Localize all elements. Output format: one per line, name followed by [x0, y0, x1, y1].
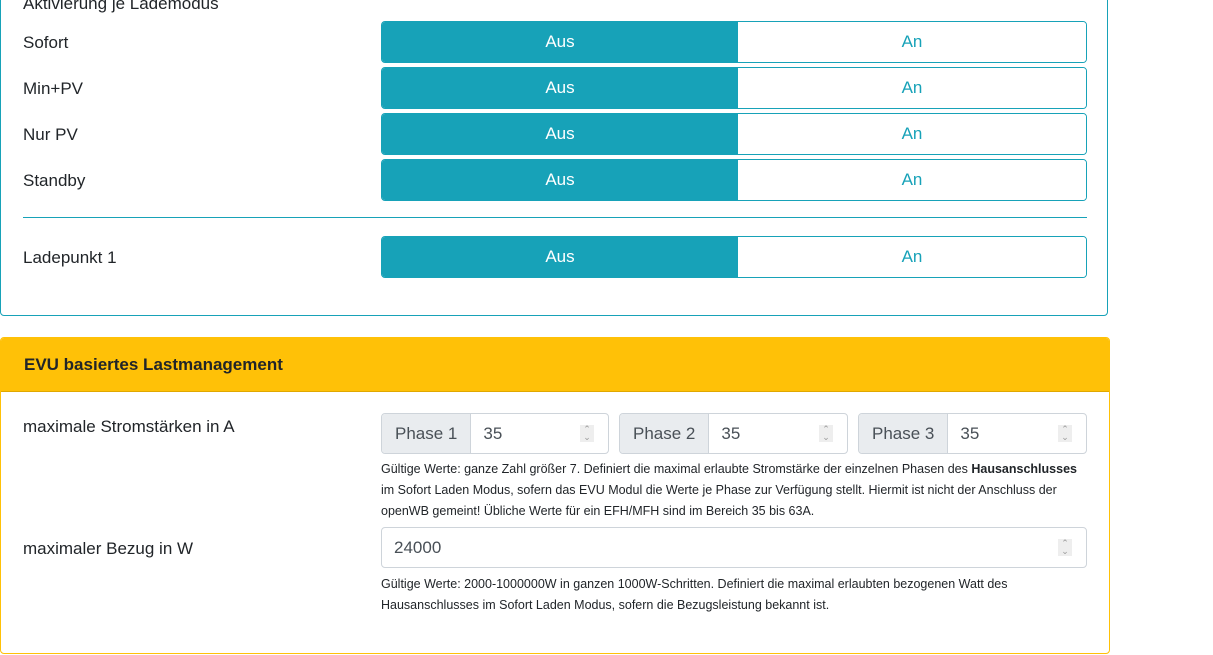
phase-2-value: 35 [721, 423, 741, 443]
phase-3-input[interactable]: 35 ⌃ ⌄ [948, 414, 1086, 453]
spinner-icon[interactable]: ⌃ ⌄ [1058, 425, 1072, 442]
phase-3-value: 35 [960, 423, 980, 443]
help-part: Gültige Werte: ganze Zahl größer 7. Defi… [381, 462, 968, 476]
bezug-input[interactable]: 24000 ⌃ ⌄ [381, 527, 1087, 568]
phase-3-addon: Phase 3 [859, 414, 949, 453]
bezug-label: maximaler Bezug in W [23, 539, 194, 558]
spinner-icon[interactable]: ⌃ ⌄ [1058, 539, 1072, 556]
help-part: im Sofort Laden Modus, sofern das EVU Mo… [381, 483, 1057, 518]
mode-label-nurpv: Nur PV [23, 125, 78, 144]
toggle-standby: Aus An [381, 159, 1087, 201]
phase-1-input-group: Phase 1 35 ⌃ ⌄ [381, 413, 609, 454]
mode-label-minpv: Min+PV [23, 79, 83, 98]
spinner-icon[interactable]: ⌃ ⌄ [819, 425, 833, 442]
bezug-help-text: Gültige Werte: 2000-1000000W in ganzen 1… [381, 577, 1008, 612]
help-bold: Hausanschlusses [971, 462, 1077, 476]
spinner-icon[interactable]: ⌃ ⌄ [580, 425, 594, 442]
aus-button[interactable]: Aus [382, 68, 738, 108]
an-button[interactable]: An [738, 68, 1086, 108]
phase-1-addon: Phase 1 [382, 414, 472, 453]
aus-button[interactable]: Aus [382, 114, 738, 154]
an-button[interactable]: An [738, 237, 1086, 277]
strom-help-text: Gültige Werte: ganze Zahl größer 7. Defi… [381, 459, 1091, 522]
divider [23, 217, 1087, 218]
phase-1-value: 35 [483, 423, 503, 443]
mode-label-standby: Standby [23, 171, 86, 190]
bezug-value: 24000 [394, 537, 442, 557]
ladepunkt-label: Ladepunkt 1 [23, 248, 117, 267]
phase-3-input-group: Phase 3 35 ⌃ ⌄ [858, 413, 1087, 454]
an-button[interactable]: An [738, 22, 1086, 62]
toggle-ladepunkt-1: Aus An [381, 236, 1087, 278]
phase-2-input-group: Phase 2 35 ⌃ ⌄ [619, 413, 848, 454]
mode-label-sofort: Sofort [23, 33, 69, 52]
evu-card-header: EVU basiertes Lastmanagement [1, 338, 1109, 392]
an-button[interactable]: An [738, 114, 1086, 154]
phase-2-addon: Phase 2 [620, 414, 710, 453]
an-button[interactable]: An [738, 160, 1086, 200]
toggle-sofort: Aus An [381, 21, 1087, 63]
aus-button[interactable]: Aus [382, 160, 738, 200]
aus-button[interactable]: Aus [382, 22, 738, 62]
aus-button[interactable]: Aus [382, 237, 738, 277]
section-heading: Aktivierung je Lademodus [23, 0, 219, 13]
strom-label: maximale Stromstärken in A [23, 417, 235, 436]
toggle-nurpv: Aus An [381, 113, 1087, 155]
phase-2-input[interactable]: 35 ⌃ ⌄ [709, 414, 847, 453]
phase-1-input[interactable]: 35 ⌃ ⌄ [471, 414, 608, 453]
toggle-minpv: Aus An [381, 67, 1087, 109]
